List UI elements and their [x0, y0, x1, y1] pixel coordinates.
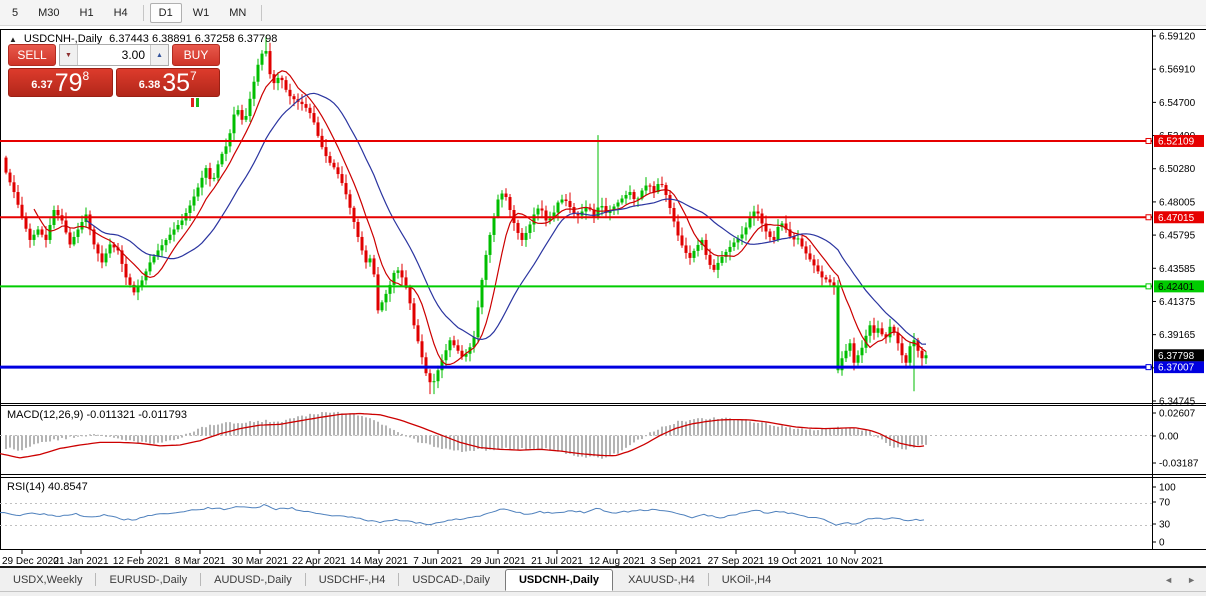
- svg-text:6.54700: 6.54700: [1159, 98, 1196, 109]
- tab-eurusd-daily[interactable]: EURUSD-,Daily: [96, 570, 200, 590]
- svg-text:6.50280: 6.50280: [1159, 164, 1196, 175]
- tick-down-bar: [191, 98, 194, 107]
- tab-usdx-weekly[interactable]: USDX,Weekly: [0, 570, 95, 590]
- svg-text:6.42401: 6.42401: [1158, 282, 1195, 293]
- sell-price-prefix: 6.37: [31, 79, 52, 91]
- chevron-down-icon: ▼: [65, 52, 72, 59]
- collapse-chart-icon[interactable]: ▲: [9, 35, 17, 44]
- svg-text:6.47015: 6.47015: [1158, 213, 1195, 224]
- current-price-label: 6.37798: [1154, 349, 1204, 362]
- buy-price-prefix: 6.38: [139, 79, 160, 91]
- chart-tab-bar: USDX,WeeklyEURUSD-,DailyAUDUSD-,DailyUSD…: [0, 568, 1206, 592]
- tab-usdcnh-daily[interactable]: USDCNH-,Daily: [505, 569, 613, 591]
- sell-button[interactable]: SELL: [8, 44, 56, 66]
- tab-scroll-left-button[interactable]: ◄: [1164, 575, 1173, 585]
- svg-text:30: 30: [1159, 520, 1171, 531]
- svg-text:6.41375: 6.41375: [1159, 297, 1196, 308]
- svg-text:6.37007: 6.37007: [1158, 363, 1195, 374]
- tab-audusd-daily[interactable]: AUDUSD-,Daily: [201, 570, 305, 590]
- svg-text:0: 0: [1159, 538, 1165, 549]
- svg-text:6.56910: 6.56910: [1159, 65, 1196, 76]
- tab-usdchf-h4[interactable]: USDCHF-,H4: [306, 570, 399, 590]
- svg-text:0.00: 0.00: [1159, 432, 1179, 443]
- svg-text:-0.03187: -0.03187: [1159, 459, 1199, 470]
- one-click-trading-panel: SELL ▼ 3.00 ▲ BUY 6.37 79 8 6.38 35 7: [8, 44, 220, 97]
- svg-text:6.45795: 6.45795: [1159, 231, 1196, 242]
- price-level-lines: 6.52109 6.47015 6.42401 6.37007: [0, 135, 1204, 374]
- svg-text:0.02607: 0.02607: [1159, 409, 1196, 420]
- tab-usdcad-daily[interactable]: USDCAD-,Daily: [399, 570, 503, 590]
- rsi-line: [0, 505, 924, 526]
- svg-text:6.59120: 6.59120: [1159, 32, 1196, 43]
- ma-slow-line: [86, 93, 926, 344]
- svg-text:100: 100: [1159, 483, 1176, 494]
- svg-text:6.34745: 6.34745: [1159, 397, 1196, 408]
- svg-text:6.52109: 6.52109: [1158, 136, 1195, 147]
- volume-input[interactable]: 3.00: [77, 45, 151, 65]
- rsi-indicator-label: RSI(14) 40.8547: [7, 481, 88, 493]
- tab-scroll-right-button[interactable]: ►: [1187, 575, 1196, 585]
- tab-xauusd-h4[interactable]: XAUUSD-,H4: [615, 570, 708, 590]
- sell-price-box[interactable]: 6.37 79 8: [8, 68, 113, 97]
- svg-text:6.43585: 6.43585: [1159, 264, 1196, 275]
- svg-text:6.39165: 6.39165: [1159, 330, 1196, 341]
- svg-text:6.48005: 6.48005: [1159, 197, 1196, 208]
- sell-price-big: 79: [55, 73, 83, 94]
- macd-indicator-label: MACD(12,26,9) -0.011321 -0.011793: [7, 409, 187, 421]
- buy-price-sup: 7: [190, 69, 197, 83]
- buy-button[interactable]: BUY: [172, 44, 220, 66]
- volume-increase-button[interactable]: ▲: [151, 45, 168, 65]
- buy-price-big: 35: [162, 73, 190, 94]
- chevron-up-icon: ▲: [156, 52, 163, 59]
- volume-spinner: ▼ 3.00 ▲: [59, 44, 169, 66]
- volume-decrease-button[interactable]: ▼: [60, 45, 77, 65]
- svg-text:70: 70: [1159, 498, 1171, 509]
- svg-text:6.37798: 6.37798: [1158, 351, 1195, 362]
- sell-price-sup: 8: [83, 69, 90, 83]
- buy-price-box[interactable]: 6.38 35 7: [116, 68, 221, 97]
- date-axis: 29 Dec 202021 Jan 202112 Feb 20218 Mar 2…: [2, 550, 884, 567]
- tab-ukoil-h4[interactable]: UKOil-,H4: [709, 570, 785, 590]
- tick-up-bar: [196, 98, 199, 107]
- tick-direction-indicator: [191, 98, 199, 107]
